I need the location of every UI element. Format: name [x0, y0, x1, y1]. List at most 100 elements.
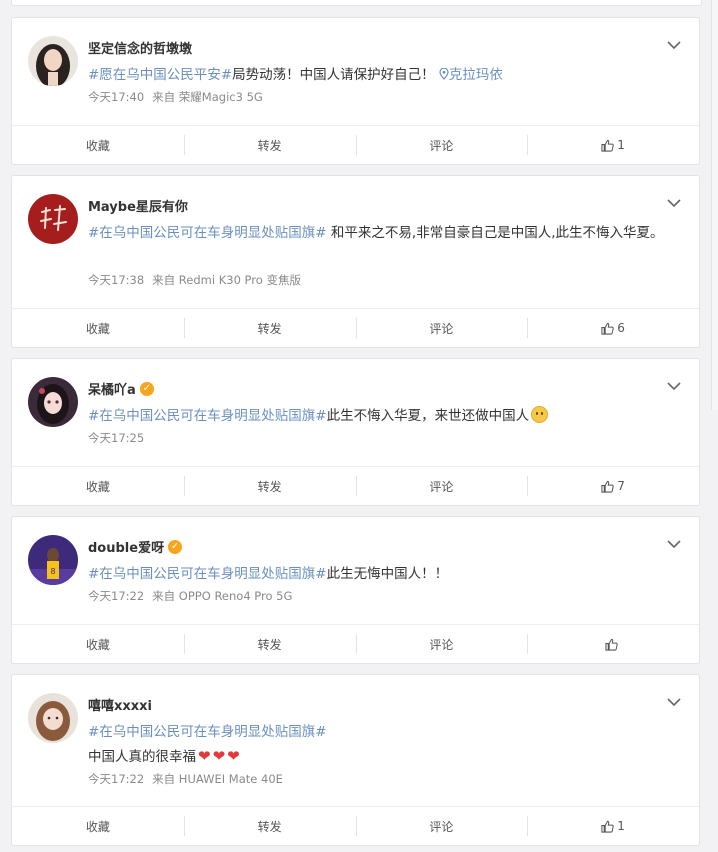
- timestamp[interactable]: 今天17:22: [88, 589, 144, 603]
- thumbs-up-icon: [601, 139, 615, 152]
- timestamp[interactable]: 今天17:25: [88, 431, 144, 445]
- user-name-text[interactable]: 呆橘吖a: [88, 379, 136, 398]
- repost-label: 转发: [257, 637, 282, 652]
- action-bar: 收藏 转发 评论 1: [12, 125, 699, 164]
- user-name[interactable]: Maybe星辰有你: [88, 196, 188, 215]
- avatar[interactable]: 8: [28, 535, 78, 585]
- chevron-down-icon[interactable]: [667, 198, 681, 208]
- like-count: 1: [617, 819, 625, 833]
- post-card: 坚定信念的哲墩墩 #愿在乌中国公民平安#局势动荡！中国人请保护好自己！ 克拉玛依…: [11, 17, 700, 165]
- hashtag-link[interactable]: #愿在乌中国公民平安#: [88, 67, 232, 83]
- like-button[interactable]: 1: [527, 126, 699, 164]
- avatar[interactable]: [28, 36, 78, 86]
- user-name-text[interactable]: 嘻嘻xxxxi: [88, 695, 152, 714]
- repost-button[interactable]: 转发: [183, 126, 356, 164]
- avatar[interactable]: [28, 377, 78, 427]
- svg-text:8: 8: [50, 567, 55, 576]
- avatar[interactable]: [28, 693, 78, 743]
- comment-button[interactable]: 评论: [355, 309, 528, 347]
- collect-button[interactable]: 收藏: [12, 625, 184, 663]
- comment-button[interactable]: 评论: [355, 467, 528, 505]
- post-card: 嘻嘻xxxxi #在乌中国公民可在车身明显处贴国旗# 中国人真的很幸福 ❤ ❤ ❤ 今…: [11, 674, 700, 846]
- timestamp[interactable]: 今天17:40: [88, 90, 144, 104]
- user-name-text[interactable]: Maybe星辰有你: [88, 196, 188, 215]
- post-meta: 今天17:22 来自 OPPO Reno4 Pro 5G: [88, 588, 292, 604]
- post-meta: 今天17:40 来自 荣耀Magic3 5G: [88, 89, 263, 105]
- location-pin-icon: [439, 67, 449, 80]
- heart-emoji-icon: ❤: [198, 747, 211, 765]
- action-bar: 收藏 转发 评论: [12, 624, 699, 663]
- user-name[interactable]: 嘻嘻xxxxi: [88, 695, 152, 714]
- user-name-text[interactable]: double爱呀: [88, 537, 164, 556]
- collect-label: 收藏: [85, 321, 110, 336]
- like-button[interactable]: 1: [527, 807, 699, 845]
- post-card: 8 double爱呀 ✓ #在乌中国公民可在车身明显处贴国旗#此生无悔中国人！！ …: [11, 516, 700, 664]
- like-button[interactable]: 6: [527, 309, 699, 347]
- hashtag-link[interactable]: #在乌中国公民可在车身明显处贴国旗#: [88, 225, 327, 241]
- user-name[interactable]: 呆橘吖a ✓: [88, 379, 154, 398]
- post-content: #在乌中国公民可在车身明显处贴国旗#此生不悔入华夏，来世还做中国人: [88, 404, 681, 428]
- thumbs-up-icon: [601, 322, 615, 335]
- location-text[interactable]: 克拉玛依: [449, 67, 503, 83]
- repost-button[interactable]: 转发: [183, 625, 356, 663]
- chevron-down-icon[interactable]: [667, 697, 681, 707]
- collect-button[interactable]: 收藏: [12, 309, 184, 347]
- post-content: #在乌中国公民可在车身明显处贴国旗#此生无悔中国人！！: [88, 562, 681, 586]
- thumbs-up-icon: [605, 638, 618, 651]
- avatar[interactable]: [28, 194, 78, 244]
- action-bar: 收藏 转发 评论 1: [12, 806, 699, 845]
- thumbs-up-icon: [601, 820, 615, 833]
- like-count: 7: [617, 479, 625, 493]
- chevron-down-icon[interactable]: [667, 40, 681, 50]
- repost-label: 转发: [257, 321, 282, 336]
- hashtag-link[interactable]: #在乌中国公民可在车身明显处贴国旗#: [88, 724, 327, 740]
- user-name-text[interactable]: 坚定信念的哲墩墩: [88, 38, 192, 57]
- collect-label: 收藏: [85, 637, 110, 652]
- previous-card-edge: [11, 0, 702, 6]
- collect-button[interactable]: 收藏: [12, 807, 184, 845]
- verified-badge-icon: ✓: [139, 381, 154, 396]
- comment-button[interactable]: 评论: [355, 126, 528, 164]
- post-text: 和平来之不易,非常自豪自己是中国人,此生不悔入华夏。: [326, 225, 664, 241]
- action-bar: 收藏 转发 评论 7: [12, 466, 699, 505]
- chevron-down-icon[interactable]: [667, 539, 681, 549]
- source-device: 来自 HUAWEI Mate 40E: [152, 772, 283, 786]
- comment-button[interactable]: 评论: [355, 625, 528, 663]
- collect-button[interactable]: 收藏: [12, 126, 184, 164]
- heart-emoji-icon: ❤: [212, 747, 226, 765]
- repost-label: 转发: [257, 138, 282, 153]
- scroll-rail[interactable]: [711, 0, 718, 410]
- timestamp[interactable]: 今天17:22: [88, 772, 144, 786]
- comment-label: 评论: [429, 138, 454, 153]
- repost-button[interactable]: 转发: [183, 807, 356, 845]
- collect-button[interactable]: 收藏: [12, 467, 184, 505]
- post-text: 中国人真的很幸福: [88, 749, 196, 765]
- emoji-face-icon: [531, 406, 549, 423]
- hashtag-link[interactable]: #在乌中国公民可在车身明显处贴国旗#: [88, 408, 327, 424]
- comment-button[interactable]: 评论: [355, 807, 528, 845]
- repost-button[interactable]: 转发: [183, 467, 356, 505]
- post-meta: 今天17:22 来自 HUAWEI Mate 40E: [88, 771, 283, 787]
- user-name[interactable]: 坚定信念的哲墩墩: [88, 38, 192, 57]
- repost-label: 转发: [257, 819, 282, 834]
- comment-label: 评论: [429, 637, 454, 652]
- source-device: 来自 荣耀Magic3 5G: [152, 90, 263, 104]
- like-button[interactable]: 7: [527, 467, 699, 505]
- collect-label: 收藏: [85, 479, 110, 494]
- timestamp[interactable]: 今天17:38: [88, 273, 144, 287]
- post-meta: 今天17:25: [88, 430, 144, 446]
- collect-label: 收藏: [85, 138, 110, 153]
- comment-label: 评论: [429, 321, 454, 336]
- post-content: #在乌中国公民可在车身明显处贴国旗# 中国人真的很幸福 ❤ ❤ ❤: [88, 720, 681, 769]
- post-meta: 今天17:38 来自 Redmi K30 Pro 变焦版: [88, 272, 301, 288]
- chevron-down-icon[interactable]: [667, 381, 681, 391]
- location-link[interactable]: 克拉玛依: [439, 67, 503, 83]
- user-name[interactable]: double爱呀 ✓: [88, 537, 183, 556]
- action-bar: 收藏 转发 评论 6: [12, 308, 699, 347]
- like-button[interactable]: [527, 625, 699, 663]
- hashtag-link[interactable]: #在乌中国公民可在车身明显处贴国旗#: [88, 566, 327, 582]
- repost-button[interactable]: 转发: [183, 309, 356, 347]
- post-content: #在乌中国公民可在车身明显处贴国旗# 和平来之不易,非常自豪自己是中国人,此生不…: [88, 221, 681, 245]
- post-content: #愿在乌中国公民平安#局势动荡！中国人请保护好自己！ 克拉玛依: [88, 63, 681, 87]
- post-text: 局势动荡！中国人请保护好自己！: [232, 67, 435, 83]
